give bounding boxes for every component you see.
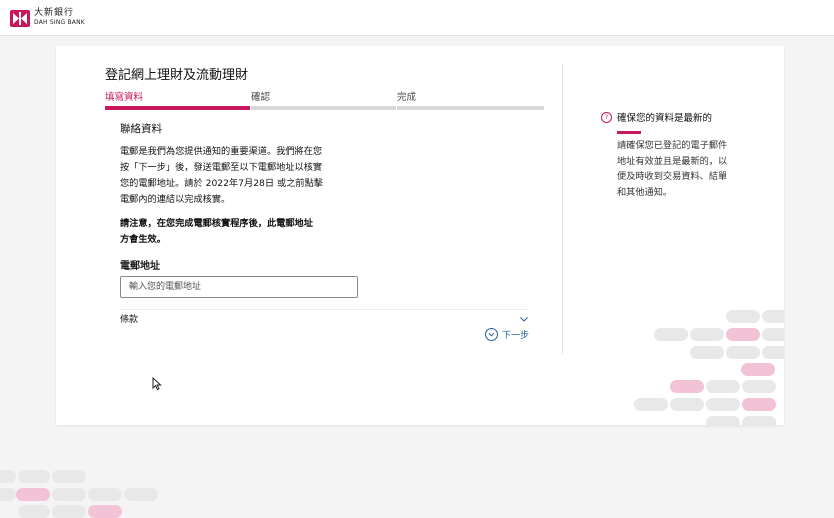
side-text-line: 請確保您已登記的電子郵件 (617, 140, 728, 151)
contact-form: 聯絡資料 電郵是我們為您提供通知的重要渠道。我們將在您 按「下一步」後，發送電郵… (120, 121, 360, 298)
decor-pill (726, 328, 760, 341)
vertical-divider (562, 64, 563, 354)
chevron-down-circle-icon (485, 328, 498, 341)
paragraph-line: 您的電郵地址。請於 2022年7月28日 或之前點擊 (120, 178, 323, 189)
decor-pill (634, 398, 668, 411)
logo-english-name: DAH SING BANK (34, 19, 85, 26)
dah-sing-logo-icon (10, 9, 30, 27)
decor-pill (726, 346, 760, 359)
progress-steps: 填寫資料 確認 完成 (105, 89, 544, 111)
registration-card: 登記網上理財及流動理財 填寫資料 確認 完成 聯絡資料 電郵是我們為您提供通知的… (56, 46, 784, 425)
decor-pill (52, 505, 86, 518)
decor-pill (52, 488, 86, 501)
step-fill-info: 填寫資料 (105, 92, 144, 103)
decor-pill (0, 488, 16, 501)
decor-pill (670, 380, 704, 393)
decor-pill (18, 470, 50, 483)
step-bar-complete (397, 106, 544, 110)
step-bar-fill-info (105, 106, 250, 110)
logo-chinese-name: 大新銀行 (34, 8, 75, 18)
terms-toggle[interactable]: 條款 (120, 312, 138, 325)
chevron-down-icon[interactable] (519, 309, 529, 322)
step-confirm: 確認 (251, 92, 271, 103)
side-panel-text: 請確保您已登記的電子郵件 地址有效並且是最新的，以 便及時收到交易資料、結單 和… (617, 138, 741, 200)
decor-pill (88, 505, 122, 518)
decor-pill (741, 363, 775, 376)
mouse-pointer-icon (152, 376, 162, 391)
email-info-paragraph: 電郵是我們為您提供通知的重要渠道。我們將在您 按「下一步」後，發送電郵至以下電郵… (120, 144, 360, 208)
decor-pill (726, 310, 760, 323)
page-title: 登記網上理財及流動理財 (105, 68, 249, 83)
info-icon: ? (601, 111, 612, 123)
divider (120, 309, 528, 310)
paragraph-line: 按「下一步」後，發送電郵至以下電郵地址以核實 (120, 162, 323, 173)
decor-pill (706, 398, 740, 411)
decor-pill (690, 328, 724, 341)
side-panel-title: 確保您的資料是最新的 (617, 113, 713, 124)
decor-pill (0, 470, 16, 483)
email-input[interactable] (120, 276, 358, 298)
decor-pill (124, 488, 158, 501)
notice-line: 請注意，在您完成電郵核實程序後，此電郵地址 (120, 218, 313, 229)
decor-pill (16, 488, 50, 501)
top-bar: 大新銀行 DAH SING BANK (0, 0, 834, 36)
decor-pill (706, 380, 740, 393)
logo[interactable]: 大新銀行 DAH SING BANK (10, 8, 85, 28)
decor-pill (742, 398, 776, 411)
decor-pill (706, 416, 740, 425)
step-complete: 完成 (397, 92, 417, 103)
decor-pill (762, 346, 784, 359)
decor-pill (88, 488, 122, 501)
decor-pill (52, 470, 86, 483)
accent-underline (617, 131, 641, 134)
decor-pill (18, 505, 50, 518)
side-text-line: 地址有效並且是最新的，以 (617, 155, 728, 167)
step-bar-confirm (251, 106, 396, 110)
email-label: 電郵地址 (120, 261, 160, 272)
notice-paragraph: 請注意，在您完成電郵核實程序後，此電郵地址 方會生效。 (120, 216, 360, 248)
decor-pill (654, 328, 688, 341)
notice-line: 方會生效。 (120, 234, 166, 245)
decor-pill (742, 380, 776, 393)
side-text-line: 便及時收到交易資料、結單 (617, 171, 728, 182)
next-label: 下一步 (502, 331, 530, 341)
side-text-line: 和其他通知。 (617, 186, 673, 198)
decor-pill (742, 416, 776, 425)
decor-pill (762, 310, 784, 323)
paragraph-line: 電郵內的連結以完成核實。 (120, 194, 231, 205)
decor-pill (762, 328, 784, 341)
info-side-panel: ? 確保您的資料是最新的 請確保您已登記的電子郵件 地址有效並且是最新的，以 便… (601, 110, 741, 200)
next-button[interactable]: 下一步 (485, 328, 529, 341)
decor-pill (670, 398, 704, 411)
section-title: 聯絡資料 (120, 123, 162, 135)
decor-pill (690, 346, 724, 359)
paragraph-line: 電郵是我們為您提供通知的重要渠道。我們將在您 (120, 146, 323, 157)
